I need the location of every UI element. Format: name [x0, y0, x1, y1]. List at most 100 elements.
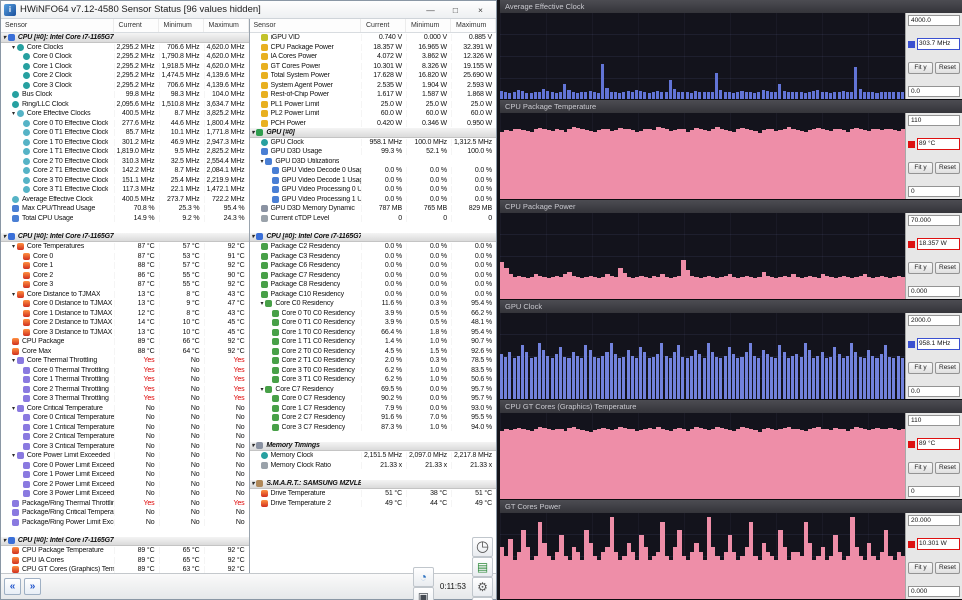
sensor-row[interactable]: Total CPU Usage14.9 %9.2 %24.3 %: [1, 214, 249, 224]
sensor-row[interactable]: GPU D3D Usage99.3 %52.1 %100.0 %: [250, 147, 497, 157]
axis-min-value[interactable]: 0: [908, 186, 960, 197]
sensor-row[interactable]: Core 1 T1 Effective Clock1,819.0 MHz9.5 …: [1, 147, 249, 157]
sensor-row[interactable]: System Agent Power2.535 W1.904 W2.593 W: [250, 81, 497, 91]
expand-arrow-icon[interactable]: ▾: [3, 233, 6, 240]
sensor-row[interactable]: CPU GT Cores (Graphics) Tempera...89 °C6…: [1, 565, 249, 573]
settings-button[interactable]: ⚙: [472, 577, 493, 597]
sensor-row[interactable]: Package/Ring Power Limit ExceededNoNoNo: [1, 518, 249, 528]
sensor-row[interactable]: PL1 Power Limit25.0 W25.0 W25.0 W: [250, 100, 497, 110]
sensor-row[interactable]: Memory Clock2,151.5 MHz2,097.0 MHz2,217.…: [250, 451, 497, 461]
sensor-row[interactable]: GPU Video Processing 0 Usage0.0 %0.0 %0.…: [250, 185, 497, 195]
expand-arrow-icon[interactable]: ▾: [3, 537, 6, 544]
reset-button[interactable]: Reset: [935, 462, 960, 474]
sensor-row[interactable]: Package/Ring Thermal ThrottlingYesNoYes: [1, 499, 249, 509]
sensor-row[interactable]: Core 1 T1 C0 Residency1.4 %1.0 %90.7 %: [250, 337, 497, 347]
sensor-row[interactable]: GT Cores Power10.301 W8.326 W19.155 W: [250, 62, 497, 72]
reset-button[interactable]: Reset: [935, 62, 960, 74]
sensor-row[interactable]: ▾Core Distance to TJMAX13 °C8 °C43 °C: [1, 290, 249, 300]
sensor-row[interactable]: Core 3 Clock2,295.2 MHz706.6 MHz4,139.6 …: [1, 81, 249, 91]
close-button[interactable]: ×: [468, 3, 493, 17]
sensor-row[interactable]: Bus Clock99.8 MHz98.3 MHz104.0 MHz: [1, 90, 249, 100]
monitor-button[interactable]: ▣: [413, 587, 434, 600]
chart-button[interactable]: ▥: [472, 597, 493, 600]
fit-y-button[interactable]: Fit y: [908, 62, 933, 74]
sensor-row[interactable]: Core 3 Distance to TJMAX13 °C10 °C45 °C: [1, 328, 249, 338]
sensor-section-row[interactable]: ▾CPU [#0]: Intel Core i7-1165G7:...: [250, 233, 497, 243]
sensor-row[interactable]: ▾Core Thermal ThrottlingYesNoYes: [1, 356, 249, 366]
sensor-row[interactable]: Core 2 Power Limit ExceededNoNoNo: [1, 480, 249, 490]
sensor-row[interactable]: ▾Core Critical TemperatureNoNoNo: [1, 404, 249, 414]
sensor-row[interactable]: Core 087 °C53 °C91 °C: [1, 252, 249, 262]
sensor-row[interactable]: Core 3 Thermal ThrottlingYesNoYes: [1, 394, 249, 404]
expand-arrow-icon[interactable]: ▾: [3, 34, 6, 41]
graph-plot-area[interactable]: [500, 513, 905, 599]
sensor-row[interactable]: Core 1 Thermal ThrottlingYesNoYes: [1, 375, 249, 385]
column-header-current[interactable]: Current: [361, 19, 406, 32]
sensor-row[interactable]: GPU Video Decode 0 Usage0.0 %0.0 %0.0 %: [250, 166, 497, 176]
sensor-row[interactable]: Core 2 T1 Effective Clock142.2 MHz8.7 MH…: [1, 166, 249, 176]
axis-min-value[interactable]: 0: [908, 486, 960, 497]
column-header-maximum[interactable]: Maximum: [204, 19, 249, 32]
expand-arrow-icon[interactable]: ▾: [12, 405, 15, 412]
sensor-row[interactable]: GPU Video Decode 1 Usage0.0 %0.0 %0.0 %: [250, 176, 497, 186]
axis-max-value[interactable]: 110: [908, 115, 960, 126]
sensor-row[interactable]: Core 0 Power Limit ExceededNoNoNo: [1, 461, 249, 471]
sensor-row[interactable]: Core 3 Power Limit ExceededNoNoNo: [1, 489, 249, 499]
sensor-row[interactable]: Core Max88 °C64 °C92 °C: [1, 347, 249, 357]
reset-button[interactable]: Reset: [935, 162, 960, 174]
expand-arrow-icon[interactable]: ▾: [252, 233, 255, 240]
sensor-row[interactable]: Core 2 T0 Effective Clock310.3 MHz32.5 M…: [1, 157, 249, 167]
reset-button[interactable]: Reset: [935, 262, 960, 274]
column-header-sensor[interactable]: Sensor: [250, 19, 362, 32]
clock-button[interactable]: ◷: [472, 537, 493, 557]
sensor-row[interactable]: Core 0 T1 C0 Residency3.9 %0.5 %48.1 %: [250, 318, 497, 328]
sensor-row[interactable]: Package C10 Residency0.0 %0.0 %0.0 %: [250, 290, 497, 300]
sensor-row[interactable]: Package C2 Residency0.0 %0.0 %0.0 %: [250, 242, 497, 252]
sensor-row[interactable]: Core 2 T1 C0 Residency2.0 %0.3 %78.5 %: [250, 356, 497, 366]
sensor-row[interactable]: Core 1 Clock2,295.2 MHz1,918.5 MHz4,620.…: [1, 62, 249, 72]
axis-min-value[interactable]: 0.0: [908, 86, 960, 97]
sensor-row[interactable]: Core 2 T0 C0 Residency4.5 %1.5 %92.6 %: [250, 347, 497, 357]
sensor-row[interactable]: GPU D3D Memory Dynamic787 MB765 MB829 MB: [250, 204, 497, 214]
sensor-row[interactable]: Package C8 Residency0.0 %0.0 %0.0 %: [250, 280, 497, 290]
axis-max-value[interactable]: 20.000: [908, 515, 960, 526]
sensor-row[interactable]: Core 2 Thermal ThrottlingYesNoYes: [1, 385, 249, 395]
axis-max-value[interactable]: 4000.0: [908, 15, 960, 26]
expand-arrow-icon[interactable]: ▾: [252, 129, 255, 136]
sensor-row[interactable]: Package/Ring Critical TemperatureNoNoNo: [1, 508, 249, 518]
sensor-row[interactable]: Package C6 Residency0.0 %0.0 %0.0 %: [250, 261, 497, 271]
fit-y-button[interactable]: Fit y: [908, 562, 933, 574]
sensor-row[interactable]: Total System Power17.628 W16.820 W25.690…: [250, 71, 497, 81]
expand-arrow-icon[interactable]: ▾: [261, 386, 264, 393]
sensor-row[interactable]: Drive Temperature51 °C38 °C51 °C: [250, 489, 497, 499]
sensor-row[interactable]: iGPU VID0.740 V0.000 V0.885 V: [250, 33, 497, 43]
column-header-maximum[interactable]: Maximum: [451, 19, 496, 32]
sensor-row[interactable]: PL2 Power Limit60.0 W60.0 W60.0 W: [250, 109, 497, 119]
graph-plot-area[interactable]: [500, 213, 905, 299]
sensor-row[interactable]: CPU Package Power18.357 W16.965 W32.391 …: [250, 43, 497, 53]
sensor-row[interactable]: Core 387 °C55 °C92 °C: [1, 280, 249, 290]
graph-plot-area[interactable]: [500, 113, 905, 199]
sensor-row[interactable]: GPU Clock958.1 MHz100.0 MHz1,312.5 MHz: [250, 138, 497, 148]
sensor-row[interactable]: Core 286 °C55 °C90 °C: [1, 271, 249, 281]
sensor-row[interactable]: ▾GPU D3D Utilizations: [250, 157, 497, 167]
sensor-row[interactable]: Core 2 Distance to TJMAX14 °C10 °C45 °C: [1, 318, 249, 328]
sensor-row[interactable]: Core 1 Distance to TJMAX12 °C8 °C43 °C: [1, 309, 249, 319]
axis-min-value[interactable]: 0.000: [908, 286, 960, 297]
axis-min-value[interactable]: 0.000: [908, 586, 960, 597]
sensor-row[interactable]: Core 0 C7 Residency90.2 %0.0 %95.7 %: [250, 394, 497, 404]
reset-button[interactable]: Reset: [935, 562, 960, 574]
sensor-row[interactable]: Core 3 T1 C0 Residency6.2 %1.0 %50.6 %: [250, 375, 497, 385]
expand-arrow-icon[interactable]: ▾: [12, 243, 15, 250]
axis-max-value[interactable]: 70.000: [908, 215, 960, 226]
axis-max-value[interactable]: 2000.0: [908, 315, 960, 326]
sensor-row[interactable]: ▾Core C7 Residency69.5 %0.0 %95.7 %: [250, 385, 497, 395]
sensor-row[interactable]: GPU Video Processing 1 Usage0.0 %0.0 %0.…: [250, 195, 497, 205]
column-header-current[interactable]: Current: [114, 19, 159, 32]
sensor-row[interactable]: ▾Core Temperatures87 °C57 °C92 °C: [1, 242, 249, 252]
sensor-row[interactable]: Package C3 Residency0.0 %0.0 %0.0 %: [250, 252, 497, 262]
sensor-row[interactable]: Core 0 Critical TemperatureNoNoNo: [1, 413, 249, 423]
sensor-row[interactable]: Memory Clock Ratio21.33 x21.33 x21.33 x: [250, 461, 497, 471]
sensor-row[interactable]: Core 1 Power Limit ExceededNoNoNo: [1, 470, 249, 480]
sensor-row[interactable]: Average Effective Clock400.5 MHz273.7 MH…: [1, 195, 249, 205]
